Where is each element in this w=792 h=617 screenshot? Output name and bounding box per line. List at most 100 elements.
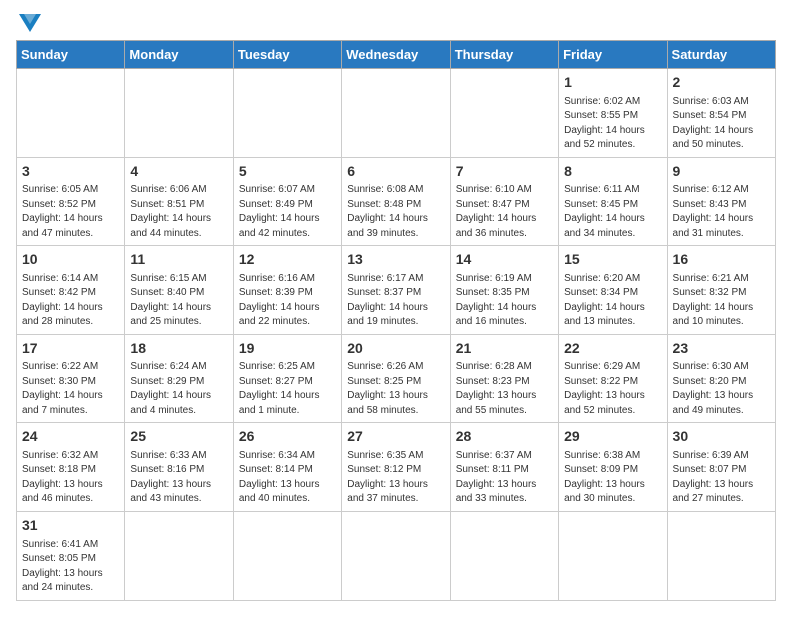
day-number: 13	[347, 250, 444, 270]
day-info: Sunrise: 6:17 AM Sunset: 8:37 PM Dayligh…	[347, 272, 444, 330]
day-number: 23	[673, 339, 770, 359]
calendar-week-row: 10Sunrise: 6:14 AM Sunset: 8:42 PM Dayli…	[17, 246, 776, 335]
day-number: 25	[130, 427, 227, 447]
calendar-cell: 22Sunrise: 6:29 AM Sunset: 8:22 PM Dayli…	[559, 334, 667, 423]
calendar-week-row: 31Sunrise: 6:41 AM Sunset: 8:05 PM Dayli…	[17, 511, 776, 600]
calendar-cell: 26Sunrise: 6:34 AM Sunset: 8:14 PM Dayli…	[233, 423, 341, 512]
calendar-cell: 20Sunrise: 6:26 AM Sunset: 8:25 PM Dayli…	[342, 334, 450, 423]
calendar-cell: 19Sunrise: 6:25 AM Sunset: 8:27 PM Dayli…	[233, 334, 341, 423]
calendar-cell	[125, 511, 233, 600]
calendar-cell: 6Sunrise: 6:08 AM Sunset: 8:48 PM Daylig…	[342, 157, 450, 246]
day-number: 8	[564, 162, 661, 182]
calendar-cell	[667, 511, 775, 600]
day-number: 5	[239, 162, 336, 182]
calendar-cell	[450, 511, 558, 600]
calendar-cell: 21Sunrise: 6:28 AM Sunset: 8:23 PM Dayli…	[450, 334, 558, 423]
calendar-cell: 16Sunrise: 6:21 AM Sunset: 8:32 PM Dayli…	[667, 246, 775, 335]
calendar-cell	[342, 69, 450, 158]
calendar-cell: 24Sunrise: 6:32 AM Sunset: 8:18 PM Dayli…	[17, 423, 125, 512]
calendar-cell: 9Sunrise: 6:12 AM Sunset: 8:43 PM Daylig…	[667, 157, 775, 246]
day-info: Sunrise: 6:33 AM Sunset: 8:16 PM Dayligh…	[130, 449, 227, 507]
day-info: Sunrise: 6:21 AM Sunset: 8:32 PM Dayligh…	[673, 272, 770, 330]
day-info: Sunrise: 6:07 AM Sunset: 8:49 PM Dayligh…	[239, 183, 336, 241]
calendar-cell	[450, 69, 558, 158]
calendar-cell: 12Sunrise: 6:16 AM Sunset: 8:39 PM Dayli…	[233, 246, 341, 335]
day-number: 20	[347, 339, 444, 359]
weekday-header-monday: Monday	[125, 41, 233, 69]
calendar-cell	[342, 511, 450, 600]
day-info: Sunrise: 6:05 AM Sunset: 8:52 PM Dayligh…	[22, 183, 119, 241]
calendar-cell: 2Sunrise: 6:03 AM Sunset: 8:54 PM Daylig…	[667, 69, 775, 158]
weekday-header-sunday: Sunday	[17, 41, 125, 69]
calendar-cell: 4Sunrise: 6:06 AM Sunset: 8:51 PM Daylig…	[125, 157, 233, 246]
day-number: 17	[22, 339, 119, 359]
page-header	[16, 16, 776, 32]
day-number: 15	[564, 250, 661, 270]
day-info: Sunrise: 6:08 AM Sunset: 8:48 PM Dayligh…	[347, 183, 444, 241]
calendar-week-row: 24Sunrise: 6:32 AM Sunset: 8:18 PM Dayli…	[17, 423, 776, 512]
day-number: 30	[673, 427, 770, 447]
calendar-cell: 1Sunrise: 6:02 AM Sunset: 8:55 PM Daylig…	[559, 69, 667, 158]
day-number: 18	[130, 339, 227, 359]
day-info: Sunrise: 6:06 AM Sunset: 8:51 PM Dayligh…	[130, 183, 227, 241]
calendar-cell: 27Sunrise: 6:35 AM Sunset: 8:12 PM Dayli…	[342, 423, 450, 512]
calendar-cell: 5Sunrise: 6:07 AM Sunset: 8:49 PM Daylig…	[233, 157, 341, 246]
calendar-cell: 14Sunrise: 6:19 AM Sunset: 8:35 PM Dayli…	[450, 246, 558, 335]
calendar-cell: 8Sunrise: 6:11 AM Sunset: 8:45 PM Daylig…	[559, 157, 667, 246]
calendar-cell: 17Sunrise: 6:22 AM Sunset: 8:30 PM Dayli…	[17, 334, 125, 423]
calendar-cell	[233, 69, 341, 158]
calendar-cell: 11Sunrise: 6:15 AM Sunset: 8:40 PM Dayli…	[125, 246, 233, 335]
day-info: Sunrise: 6:24 AM Sunset: 8:29 PM Dayligh…	[130, 360, 227, 418]
calendar-cell: 23Sunrise: 6:30 AM Sunset: 8:20 PM Dayli…	[667, 334, 775, 423]
calendar-week-row: 1Sunrise: 6:02 AM Sunset: 8:55 PM Daylig…	[17, 69, 776, 158]
calendar-cell: 31Sunrise: 6:41 AM Sunset: 8:05 PM Dayli…	[17, 511, 125, 600]
day-info: Sunrise: 6:16 AM Sunset: 8:39 PM Dayligh…	[239, 272, 336, 330]
day-info: Sunrise: 6:15 AM Sunset: 8:40 PM Dayligh…	[130, 272, 227, 330]
day-number: 26	[239, 427, 336, 447]
day-info: Sunrise: 6:41 AM Sunset: 8:05 PM Dayligh…	[22, 538, 119, 596]
day-info: Sunrise: 6:26 AM Sunset: 8:25 PM Dayligh…	[347, 360, 444, 418]
day-number: 31	[22, 516, 119, 536]
day-number: 6	[347, 162, 444, 182]
day-info: Sunrise: 6:02 AM Sunset: 8:55 PM Dayligh…	[564, 95, 661, 153]
day-info: Sunrise: 6:30 AM Sunset: 8:20 PM Dayligh…	[673, 360, 770, 418]
day-number: 9	[673, 162, 770, 182]
day-info: Sunrise: 6:34 AM Sunset: 8:14 PM Dayligh…	[239, 449, 336, 507]
calendar-week-row: 17Sunrise: 6:22 AM Sunset: 8:30 PM Dayli…	[17, 334, 776, 423]
weekday-header-saturday: Saturday	[667, 41, 775, 69]
calendar-cell: 30Sunrise: 6:39 AM Sunset: 8:07 PM Dayli…	[667, 423, 775, 512]
day-number: 2	[673, 73, 770, 93]
day-number: 21	[456, 339, 553, 359]
day-number: 12	[239, 250, 336, 270]
day-info: Sunrise: 6:35 AM Sunset: 8:12 PM Dayligh…	[347, 449, 444, 507]
day-number: 19	[239, 339, 336, 359]
day-number: 22	[564, 339, 661, 359]
day-info: Sunrise: 6:20 AM Sunset: 8:34 PM Dayligh…	[564, 272, 661, 330]
calendar-cell	[125, 69, 233, 158]
calendar-cell	[17, 69, 125, 158]
day-number: 7	[456, 162, 553, 182]
day-info: Sunrise: 6:39 AM Sunset: 8:07 PM Dayligh…	[673, 449, 770, 507]
weekday-header-row: SundayMondayTuesdayWednesdayThursdayFrid…	[17, 41, 776, 69]
calendar-week-row: 3Sunrise: 6:05 AM Sunset: 8:52 PM Daylig…	[17, 157, 776, 246]
day-number: 27	[347, 427, 444, 447]
calendar-cell: 18Sunrise: 6:24 AM Sunset: 8:29 PM Dayli…	[125, 334, 233, 423]
calendar-cell: 3Sunrise: 6:05 AM Sunset: 8:52 PM Daylig…	[17, 157, 125, 246]
logo-icon	[19, 14, 41, 32]
day-number: 3	[22, 162, 119, 182]
day-info: Sunrise: 6:10 AM Sunset: 8:47 PM Dayligh…	[456, 183, 553, 241]
day-number: 29	[564, 427, 661, 447]
day-info: Sunrise: 6:28 AM Sunset: 8:23 PM Dayligh…	[456, 360, 553, 418]
day-info: Sunrise: 6:03 AM Sunset: 8:54 PM Dayligh…	[673, 95, 770, 153]
weekday-header-tuesday: Tuesday	[233, 41, 341, 69]
day-info: Sunrise: 6:14 AM Sunset: 8:42 PM Dayligh…	[22, 272, 119, 330]
day-number: 24	[22, 427, 119, 447]
logo	[16, 16, 41, 32]
day-number: 10	[22, 250, 119, 270]
calendar-cell: 7Sunrise: 6:10 AM Sunset: 8:47 PM Daylig…	[450, 157, 558, 246]
day-number: 11	[130, 250, 227, 270]
weekday-header-friday: Friday	[559, 41, 667, 69]
calendar-cell: 15Sunrise: 6:20 AM Sunset: 8:34 PM Dayli…	[559, 246, 667, 335]
weekday-header-wednesday: Wednesday	[342, 41, 450, 69]
day-info: Sunrise: 6:29 AM Sunset: 8:22 PM Dayligh…	[564, 360, 661, 418]
